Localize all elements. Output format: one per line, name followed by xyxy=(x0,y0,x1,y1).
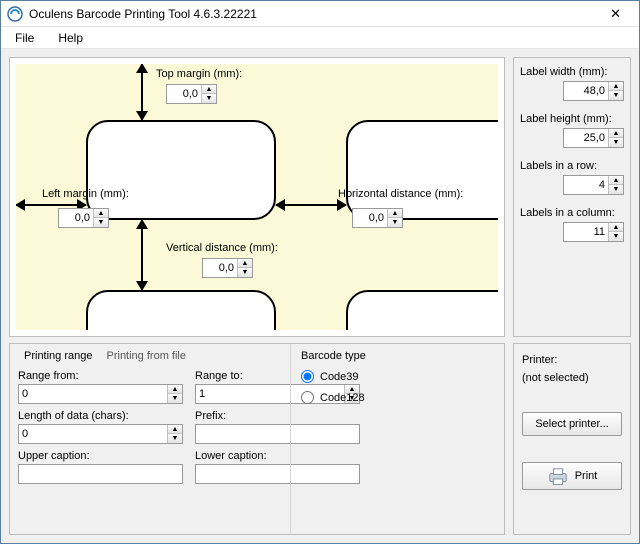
spin-down[interactable]: ▼ xyxy=(609,185,623,194)
window-title: Oculens Barcode Printing Tool 4.6.3.2222… xyxy=(29,7,598,21)
label-height-label: Label height (mm): xyxy=(520,113,624,125)
vert-dist-label: Vertical distance (mm): xyxy=(166,242,278,254)
length-label: Length of data (chars): xyxy=(18,410,183,422)
select-printer-button[interactable]: Select printer... xyxy=(522,412,622,436)
barcode-group-label: Barcode type xyxy=(301,350,494,362)
arrow-left-margin xyxy=(16,204,86,206)
spin-up[interactable]: ▲ xyxy=(609,176,623,185)
top-margin-label: Top margin (mm): xyxy=(156,68,242,80)
app-window: Oculens Barcode Printing Tool 4.6.3.2222… xyxy=(0,0,640,544)
label-params-panel: Label width (mm): ▲▼ Label height (mm): … xyxy=(513,57,631,337)
arrow-horiz-dist xyxy=(276,204,346,206)
label-shape xyxy=(346,120,498,220)
label-width-input[interactable] xyxy=(564,82,608,100)
tabs-header: Printing range Printing from file xyxy=(18,348,282,364)
menu-file[interactable]: File xyxy=(7,29,42,47)
left-margin-input[interactable] xyxy=(59,209,93,227)
printer-label: Printer: xyxy=(522,354,622,366)
length-spinner[interactable]: ▲▼ xyxy=(18,424,183,444)
label-height-spinner[interactable]: ▲▼ xyxy=(563,128,624,148)
radio-code39-label: Code39 xyxy=(320,371,359,383)
spin-down[interactable]: ▼ xyxy=(388,218,402,227)
radio-code128[interactable] xyxy=(301,391,314,404)
radio-code128-row[interactable]: Code128 xyxy=(301,391,494,404)
menu-help[interactable]: Help xyxy=(50,29,91,47)
labels-col-label: Labels in a column: xyxy=(520,207,624,219)
bottom-left-panel: Printing range Printing from file Range … xyxy=(9,343,505,535)
labels-col-spinner[interactable]: ▲▼ xyxy=(563,222,624,242)
spin-up[interactable]: ▲ xyxy=(94,209,108,218)
titlebar: Oculens Barcode Printing Tool 4.6.3.2222… xyxy=(1,1,639,27)
print-button-label: Print xyxy=(575,470,598,482)
spin-down[interactable]: ▼ xyxy=(202,94,216,103)
horiz-dist-label: Horizontal distance (mm): xyxy=(338,188,463,200)
upper-caption-label: Upper caption: xyxy=(18,450,183,462)
spin-up[interactable]: ▲ xyxy=(238,259,252,268)
label-shape xyxy=(346,290,498,330)
spin-up[interactable]: ▲ xyxy=(168,385,182,394)
content-area: Top margin (mm): ▲▼ Left margin (mm): ▲▼ xyxy=(1,49,639,543)
spin-down[interactable]: ▼ xyxy=(168,434,182,443)
left-margin-label: Left margin (mm): xyxy=(42,188,129,200)
label-width-spinner[interactable]: ▲▼ xyxy=(563,81,624,101)
spin-up[interactable]: ▲ xyxy=(609,129,623,138)
tab-printing-file[interactable]: Printing from file xyxy=(101,348,192,364)
close-button[interactable]: ✕ xyxy=(598,4,633,24)
printer-panel: Printer: (not selected) Select printer..… xyxy=(513,343,631,535)
spin-down[interactable]: ▼ xyxy=(609,138,623,147)
app-icon xyxy=(7,6,23,22)
layout-preview: Top margin (mm): ▲▼ Left margin (mm): ▲▼ xyxy=(9,57,505,337)
top-margin-input[interactable] xyxy=(167,85,201,103)
arrow-vert-dist xyxy=(141,220,143,290)
spin-down[interactable]: ▼ xyxy=(238,268,252,277)
labels-row-input[interactable] xyxy=(564,176,608,194)
labels-row-spinner[interactable]: ▲▼ xyxy=(563,175,624,195)
radio-code39-row[interactable]: Code39 xyxy=(301,370,494,383)
label-shape xyxy=(86,290,276,330)
labels-col-input[interactable] xyxy=(564,223,608,241)
spin-down[interactable]: ▼ xyxy=(609,232,623,241)
spin-up[interactable]: ▲ xyxy=(168,425,182,434)
length-input[interactable] xyxy=(19,425,167,443)
print-button[interactable]: Print xyxy=(522,462,622,490)
spin-up[interactable]: ▲ xyxy=(202,85,216,94)
radio-code128-label: Code128 xyxy=(320,392,365,404)
barcode-type-group: Barcode type Code39 Code128 xyxy=(290,344,504,534)
vert-dist-input[interactable] xyxy=(203,259,237,277)
labels-row-label: Labels in a row: xyxy=(520,160,624,172)
menubar: File Help xyxy=(1,27,639,49)
spin-down[interactable]: ▼ xyxy=(609,91,623,100)
printer-value: (not selected) xyxy=(522,372,622,384)
tab-printing-range[interactable]: Printing range xyxy=(18,348,99,364)
spin-up[interactable]: ▲ xyxy=(609,82,623,91)
radio-code39[interactable] xyxy=(301,370,314,383)
spin-down[interactable]: ▼ xyxy=(94,218,108,227)
spin-up[interactable]: ▲ xyxy=(609,223,623,232)
left-margin-spinner[interactable]: ▲▼ xyxy=(58,208,109,228)
upper-caption-input[interactable] xyxy=(18,464,183,484)
range-from-spinner[interactable]: ▲▼ xyxy=(18,384,183,404)
vert-dist-spinner[interactable]: ▲▼ xyxy=(202,258,253,278)
horiz-dist-input[interactable] xyxy=(353,209,387,227)
horiz-dist-spinner[interactable]: ▲▼ xyxy=(352,208,403,228)
spin-down[interactable]: ▼ xyxy=(168,394,182,403)
range-from-label: Range from: xyxy=(18,370,183,382)
label-shape xyxy=(86,120,276,220)
spin-up[interactable]: ▲ xyxy=(388,209,402,218)
label-width-label: Label width (mm): xyxy=(520,66,624,78)
printer-icon xyxy=(547,467,569,485)
range-from-input[interactable] xyxy=(19,385,167,403)
top-margin-spinner[interactable]: ▲▼ xyxy=(166,84,217,104)
label-height-input[interactable] xyxy=(564,129,608,147)
arrow-top-margin xyxy=(141,64,143,120)
